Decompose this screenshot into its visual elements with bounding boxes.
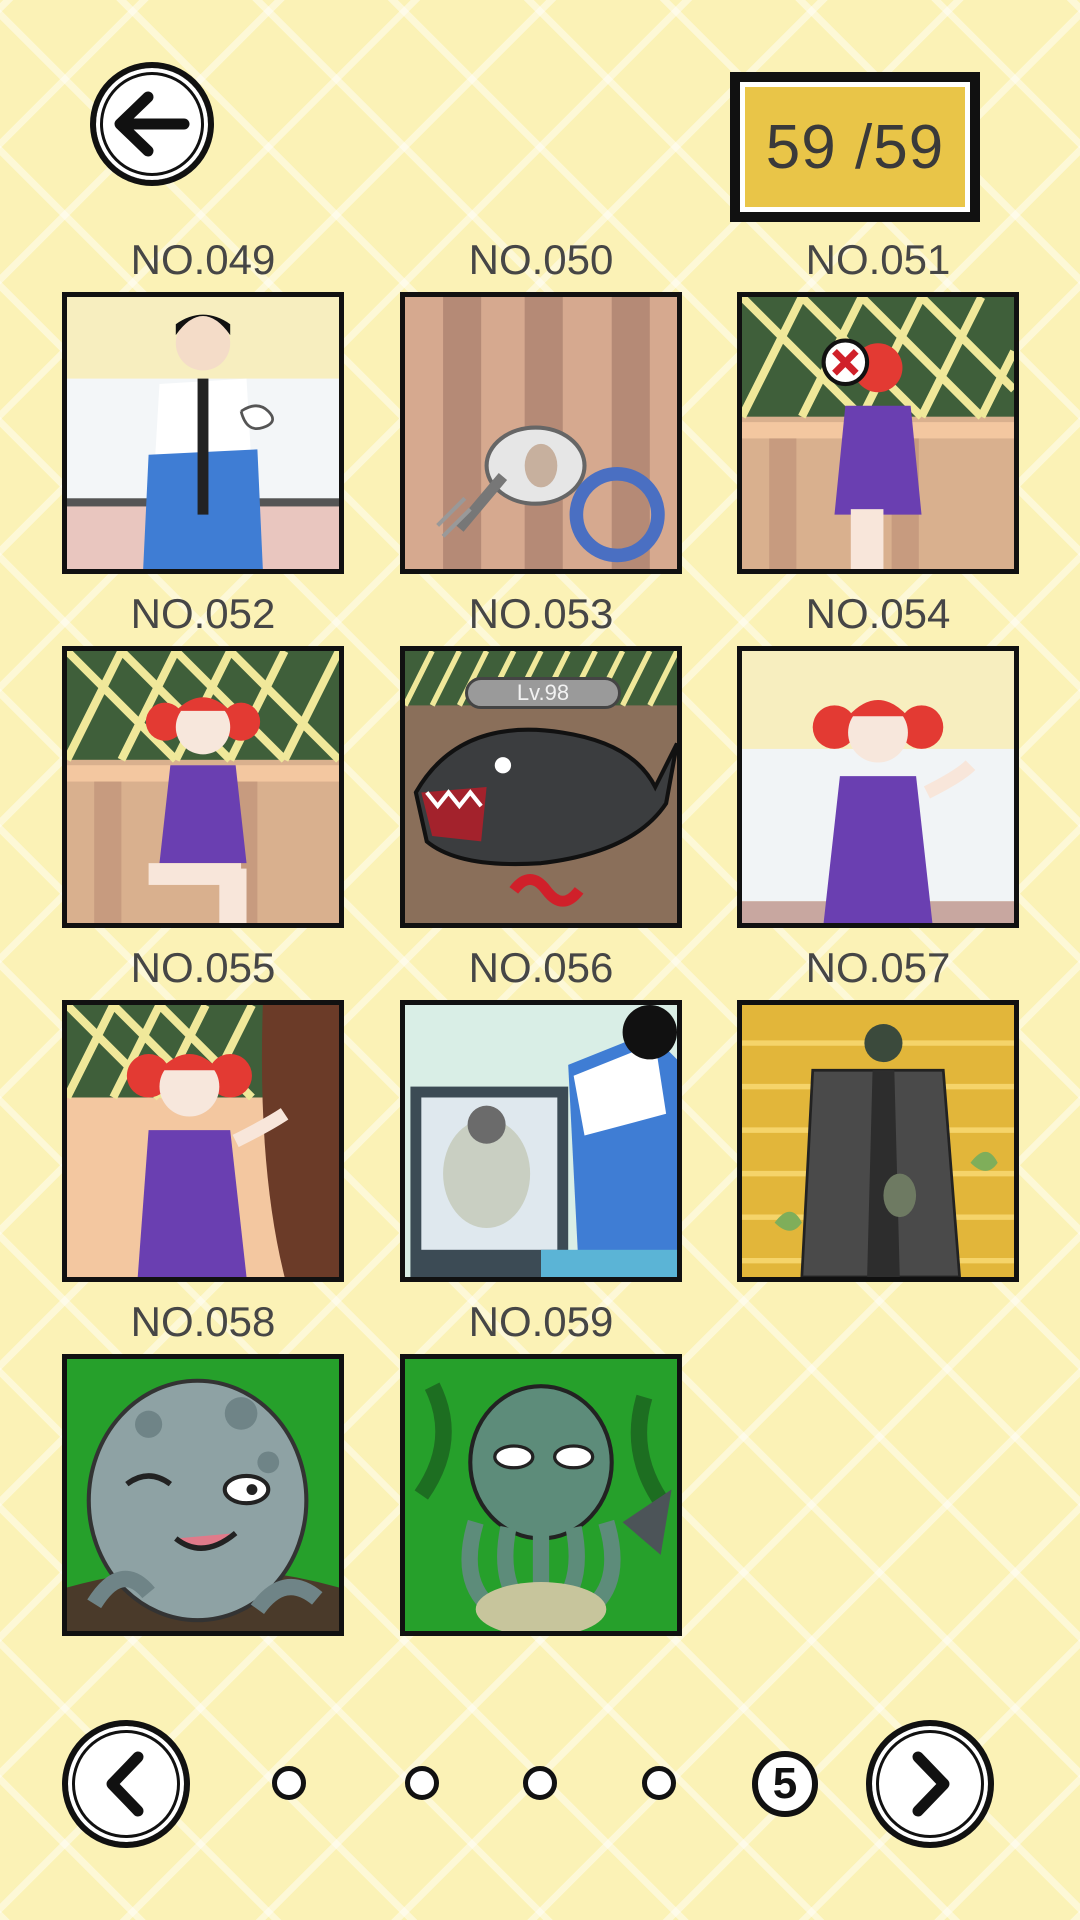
gallery-item: NO.056 [400, 942, 682, 1282]
item-number: NO.051 [805, 236, 951, 283]
gallery-thumbnail[interactable] [62, 1000, 344, 1282]
item-number: NO.050 [468, 236, 614, 283]
gallery-item: NO.059 [400, 1296, 682, 1636]
gallery-thumbnail[interactable] [400, 1354, 682, 1636]
item-number: NO.056 [468, 944, 614, 991]
gallery-item: NO.058 [62, 1296, 344, 1636]
gallery-item: NO.053 Lv.98 [400, 588, 682, 928]
item-number: NO.057 [805, 944, 951, 991]
item-number: NO.055 [130, 944, 276, 991]
gallery-item: NO.050 [400, 234, 682, 574]
gallery-item: NO.055 [62, 942, 344, 1282]
chevron-left-icon [106, 1751, 144, 1817]
chevron-right-icon [912, 1751, 950, 1817]
arrow-left-icon [114, 91, 190, 157]
gallery-thumbnail[interactable] [400, 1000, 682, 1282]
page-indicator-1[interactable] [272, 1766, 306, 1800]
gallery-thumbnail[interactable] [400, 292, 682, 574]
gallery-item: NO.051 [737, 234, 1019, 574]
gallery-item: NO.052 [62, 588, 344, 928]
gallery-item: NO.049 [62, 234, 344, 574]
level-badge: Lv.98 [465, 677, 621, 709]
item-number: NO.059 [468, 1298, 614, 1345]
page-indicator-4[interactable] [642, 1766, 676, 1800]
collection-counter: 59 /59 [730, 72, 980, 222]
gallery-thumbnail[interactable] [62, 1354, 344, 1636]
page-indicator-2[interactable] [405, 1766, 439, 1800]
gallery-thumbnail[interactable] [737, 292, 1019, 574]
back-button[interactable] [90, 62, 214, 186]
item-number: NO.049 [130, 236, 276, 283]
item-number: NO.058 [130, 1298, 276, 1345]
page-indicator-3[interactable] [523, 1766, 557, 1800]
gallery-thumbnail[interactable] [62, 646, 344, 928]
item-number: NO.054 [805, 590, 951, 637]
gallery-thumbnail[interactable] [737, 646, 1019, 928]
page-indicator-current[interactable]: 5 [752, 1751, 818, 1817]
gallery-thumbnail[interactable] [737, 1000, 1019, 1282]
prev-page-button[interactable] [62, 1720, 190, 1848]
gallery-item: NO.054 [737, 588, 1019, 928]
gallery-thumbnail[interactable] [62, 292, 344, 574]
gallery-item: NO.057 [737, 942, 1019, 1282]
next-page-button[interactable] [866, 1720, 994, 1848]
item-number: NO.053 [468, 590, 614, 637]
counter-text: 59 /59 [740, 82, 970, 212]
item-number: NO.052 [130, 590, 276, 637]
gallery-thumbnail[interactable]: Lv.98 [400, 646, 682, 928]
